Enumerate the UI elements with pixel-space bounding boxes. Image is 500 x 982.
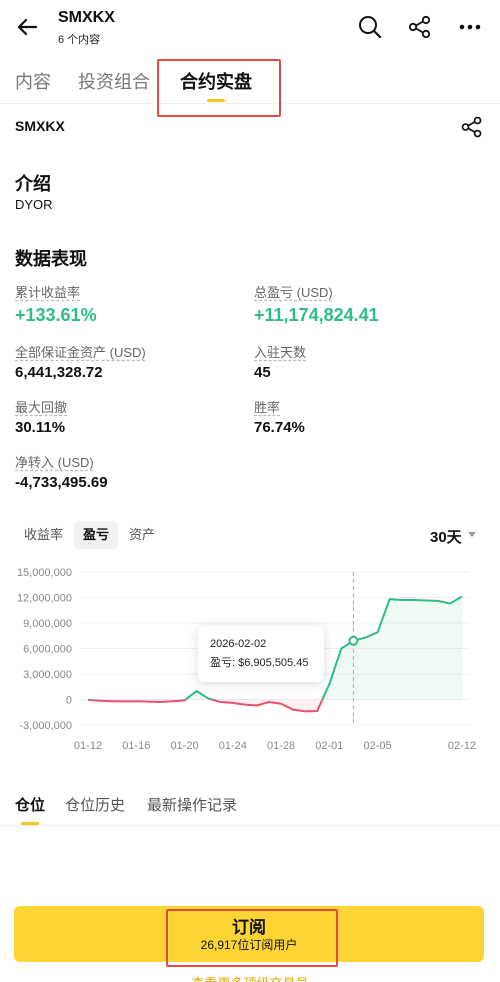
search-icon[interactable] xyxy=(356,13,384,41)
cumulative-return-value: +133.61% xyxy=(15,305,97,325)
x-tick-label: 01-24 xyxy=(219,740,247,752)
y-tick-label: 6,000,000 xyxy=(23,644,72,656)
share-icon[interactable] xyxy=(406,13,434,41)
tooltip-value: 盈亏: $6,905,505.45 xyxy=(210,657,309,669)
total-pnl-label[interactable]: 总盈亏 (USD) xyxy=(254,282,333,301)
tab-portfolio[interactable]: 投资组合 xyxy=(78,68,150,94)
y-tick-label: 3,000,000 xyxy=(23,669,72,681)
chart-tooltip: 2026-02-02 盈亏: $6,905,505.45 xyxy=(198,626,324,682)
win-rate-value: 76.74% xyxy=(254,419,305,436)
x-tick-label: 01-16 xyxy=(122,740,150,752)
highlight-box-tab xyxy=(157,59,281,117)
top-bar: SMXKX 6 个内容 xyxy=(0,0,500,56)
back-arrow-icon[interactable] xyxy=(12,12,42,42)
y-tick-label: 15,000,000 xyxy=(17,567,72,579)
x-tick-label: 01-28 xyxy=(267,740,295,752)
y-tick-label: 9,000,000 xyxy=(23,618,72,630)
highlight-box-subscribe xyxy=(166,909,338,967)
win-rate-label[interactable]: 胜率 xyxy=(254,397,280,416)
performance-title: 数据表现 xyxy=(15,249,87,269)
view-more-traders-link[interactable]: 查看更多顶级交易员 xyxy=(0,973,500,982)
margin-assets-value: 6,441,328.72 xyxy=(15,364,103,381)
margin-assets-label[interactable]: 全部保证金资产 (USD) xyxy=(15,342,146,361)
net-inflow-value: -4,733,495.69 xyxy=(15,474,108,491)
x-tick-label: 02-12 xyxy=(448,740,476,752)
account-name: SMXKX xyxy=(15,118,65,134)
total-pnl-value: +11,174,824.41 xyxy=(254,305,379,325)
y-tick-label: 0 xyxy=(66,695,72,707)
tab-position-history[interactable]: 仓位历史 xyxy=(65,794,125,815)
tab-positions[interactable]: 仓位 xyxy=(15,794,45,815)
caret-down-icon[interactable] xyxy=(468,532,476,537)
position-tabs: 仓位 仓位历史 最新操作记录 xyxy=(0,786,500,826)
chart-tab-assets[interactable]: 资产 xyxy=(120,521,164,549)
highlight-point xyxy=(348,635,359,646)
net-inflow-label[interactable]: 净转入 (USD) xyxy=(15,452,94,471)
x-tick-label: 01-20 xyxy=(170,740,198,752)
cumulative-return-label[interactable]: 累计收益率 xyxy=(15,282,80,301)
share-icon[interactable] xyxy=(459,114,485,140)
days-value: 45 xyxy=(254,364,271,381)
intro-title: 介绍 xyxy=(15,174,51,194)
days-label[interactable]: 入驻天数 xyxy=(254,342,306,361)
range-selector[interactable]: 30天 xyxy=(430,526,462,547)
tab-latest-operations[interactable]: 最新操作记录 xyxy=(147,794,237,815)
page-title: SMXKX xyxy=(58,9,115,26)
x-tick-label: 01-12 xyxy=(74,740,102,752)
intro-text: DYOR xyxy=(15,197,53,212)
content-count: 6 个内容 xyxy=(58,34,101,46)
chart-tab-pnl[interactable]: 盈亏 xyxy=(74,521,119,549)
max-drawdown-value: 30.11% xyxy=(15,419,66,436)
chart-tab-return[interactable]: 收益率 xyxy=(15,521,72,549)
y-tick-label: 12,000,000 xyxy=(17,593,72,605)
more-options-icon[interactable] xyxy=(456,13,484,41)
x-tick-label: 02-05 xyxy=(363,740,391,752)
y-tick-label: -3,000,000 xyxy=(19,720,72,732)
active-position-tab-indicator xyxy=(21,822,39,825)
tooltip-date: 2026-02-02 xyxy=(210,638,267,650)
x-tick-label: 02-01 xyxy=(315,740,343,752)
tab-content[interactable]: 内容 xyxy=(15,68,51,94)
max-drawdown-label[interactable]: 最大回撤 xyxy=(15,397,67,416)
